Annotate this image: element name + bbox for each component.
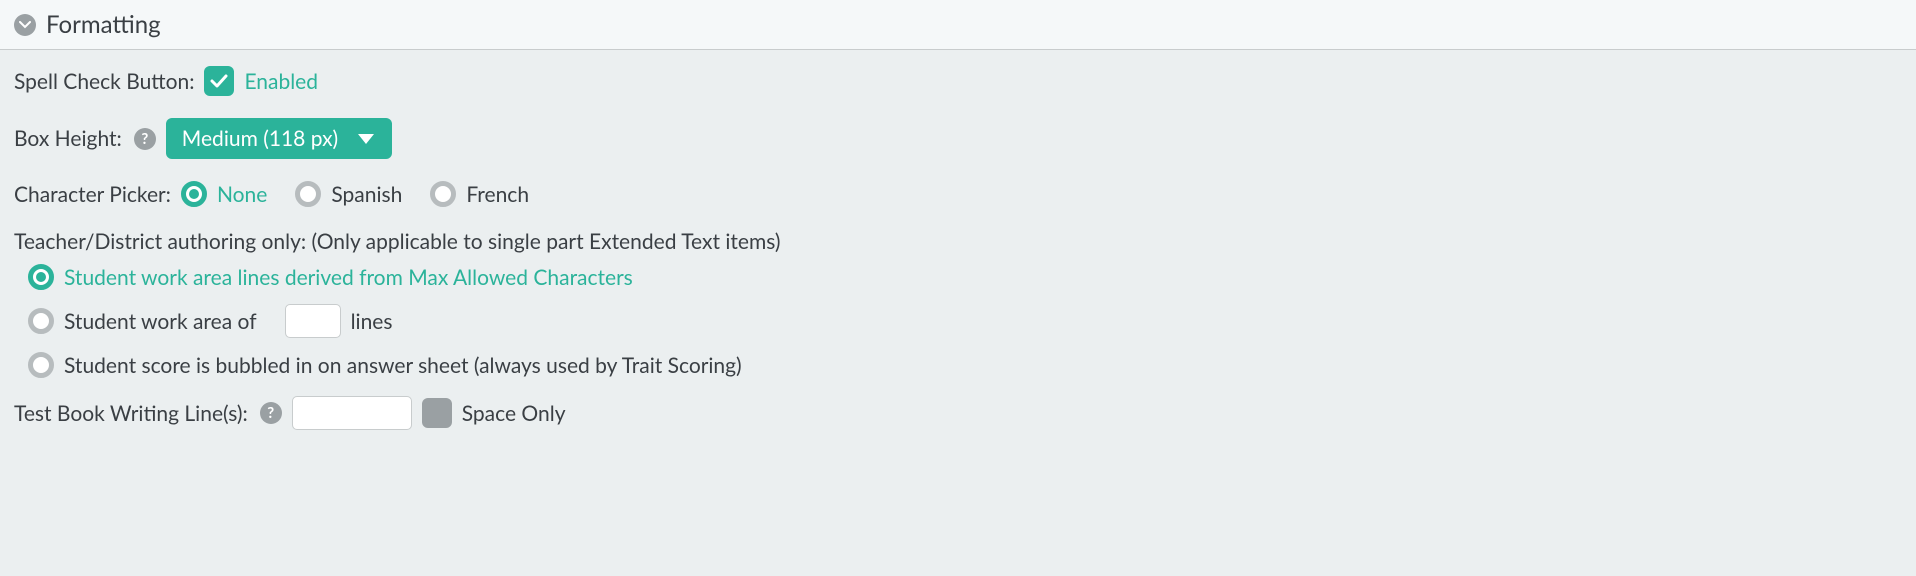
panel-body: Spell Check Button: Enabled Box Height: … [0,50,1916,452]
authoring-option-derived-row: Student work area lines derived from Max… [28,264,1902,290]
box-height-row: Box Height: ? Medium (118 px) [14,118,1902,159]
radio-icon [28,308,54,334]
test-book-label: Test Book Writing Line(s): [14,401,248,426]
box-height-dropdown[interactable]: Medium (118 px) [166,118,392,159]
character-picker-option-none-label: None [217,182,267,207]
box-height-help-icon[interactable]: ? [134,128,156,150]
spell-check-status: Enabled [244,69,318,94]
authoring-section: Teacher/District authoring only: (Only a… [14,229,1902,378]
authoring-option-fixed-lines-row: Student work area of lines [28,304,1902,338]
fixed-lines-input[interactable] [285,304,341,338]
space-only-label: Space Only [462,401,566,426]
authoring-note: Teacher/District authoring only: (Only a… [14,229,1902,254]
character-picker-option-french-label: French [466,182,529,207]
authoring-option-bubbled-label: Student score is bubbled in on answer sh… [64,353,742,378]
character-picker-row: Character Picker: None Spanish French [14,181,1902,207]
check-icon [210,74,228,88]
character-picker-label: Character Picker: [14,182,171,207]
radio-icon [430,181,456,207]
test-book-help-icon[interactable]: ? [260,402,282,424]
test-book-lines-input[interactable] [292,396,412,430]
panel-title: Formatting [46,10,161,39]
character-picker-option-none[interactable]: None [181,181,267,207]
chevron-down-icon [14,14,36,36]
space-only-toggle[interactable] [422,398,452,428]
caret-down-icon [358,134,374,144]
authoring-option-derived-label: Student work area lines derived from Max… [64,265,633,290]
character-picker-option-spanish[interactable]: Spanish [295,181,402,207]
radio-icon [181,181,207,207]
authoring-option-fixed-lines[interactable]: Student work area of [28,308,257,334]
formatting-panel: Formatting Spell Check Button: Enabled B… [0,0,1916,452]
box-height-label: Box Height: [14,126,122,151]
authoring-option-bubbled[interactable]: Student score is bubbled in on answer sh… [28,352,742,378]
radio-icon [28,352,54,378]
panel-header[interactable]: Formatting [0,0,1916,50]
character-picker-option-spanish-label: Spanish [331,182,402,207]
spell-check-toggle[interactable] [204,66,234,96]
box-height-selected: Medium (118 px) [182,126,338,151]
authoring-option-bubbled-row: Student score is bubbled in on answer sh… [28,352,1902,378]
authoring-option-derived[interactable]: Student work area lines derived from Max… [28,264,633,290]
character-picker-option-french[interactable]: French [430,181,529,207]
radio-icon [28,264,54,290]
authoring-options: Student work area lines derived from Max… [28,264,1902,378]
authoring-option-fixed-lines-suffix: lines [351,309,393,334]
authoring-option-fixed-lines-prefix: Student work area of [64,309,257,334]
spell-check-row: Spell Check Button: Enabled [14,66,1902,96]
radio-icon [295,181,321,207]
spell-check-label: Spell Check Button: [14,69,194,94]
test-book-row: Test Book Writing Line(s): ? Space Only [14,396,1902,430]
